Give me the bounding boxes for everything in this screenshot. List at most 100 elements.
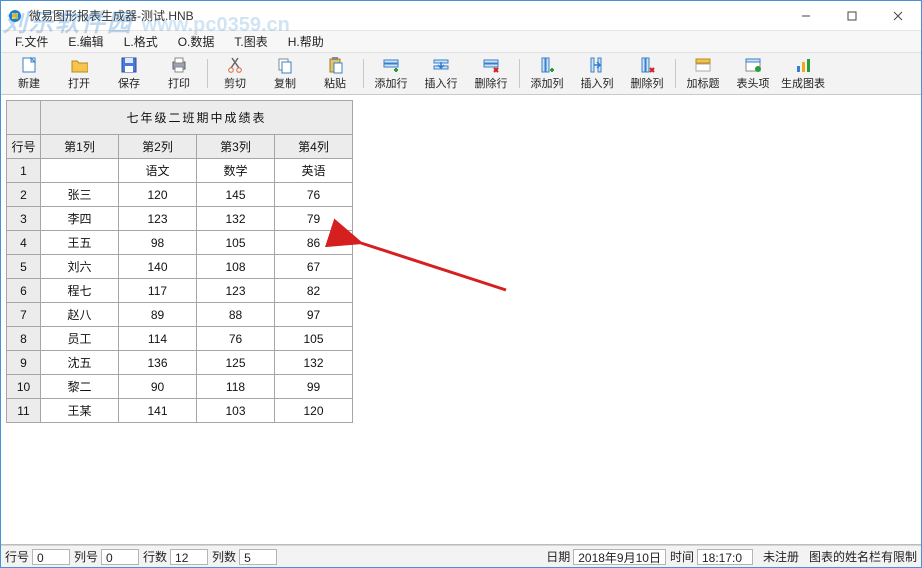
status-date: 日期2018年9月10日 — [546, 548, 666, 565]
data-cell[interactable]: 114 — [119, 327, 197, 351]
menu-item[interactable]: O.数据 — [170, 31, 223, 52]
data-cell[interactable]: 141 — [119, 399, 197, 423]
menu-item[interactable]: L.格式 — [116, 31, 166, 52]
toolbar-print-button[interactable]: 打印 — [154, 55, 204, 92]
toolbar-open-button[interactable]: 打开 — [54, 55, 104, 92]
menu-item[interactable]: E.编辑 — [60, 31, 111, 52]
data-cell[interactable]: 145 — [197, 183, 275, 207]
data-cell[interactable]: 117 — [119, 279, 197, 303]
toolbar-inscol-button[interactable]: 插入列 — [572, 55, 622, 92]
row-number[interactable]: 4 — [7, 231, 41, 255]
data-cell[interactable]: 105 — [197, 231, 275, 255]
data-cell[interactable]: 76 — [197, 327, 275, 351]
data-cell[interactable]: 108 — [197, 255, 275, 279]
data-cell[interactable]: 120 — [119, 183, 197, 207]
data-cell[interactable]: 125 — [197, 351, 275, 375]
data-cell[interactable]: 数学 — [197, 159, 275, 183]
data-cell[interactable]: 67 — [275, 255, 353, 279]
data-cell[interactable]: 79 — [275, 207, 353, 231]
data-cell[interactable]: 88 — [197, 303, 275, 327]
row-number[interactable]: 7 — [7, 303, 41, 327]
row-number[interactable]: 3 — [7, 207, 41, 231]
data-cell[interactable]: 沈五 — [41, 351, 119, 375]
data-cell[interactable]: 语文 — [119, 159, 197, 183]
data-cell[interactable]: 黎二 — [41, 375, 119, 399]
data-cell[interactable]: 王五 — [41, 231, 119, 255]
menu-item[interactable]: H.帮助 — [280, 31, 332, 52]
toolbar-new-button[interactable]: 新建 — [4, 55, 54, 92]
toolbar-save-button[interactable]: 保存 — [104, 55, 154, 92]
data-cell[interactable]: 99 — [275, 375, 353, 399]
status-row: 行号0 — [5, 548, 70, 565]
data-cell[interactable]: 赵八 — [41, 303, 119, 327]
data-cell[interactable]: 90 — [119, 375, 197, 399]
data-cell[interactable]: 王某 — [41, 399, 119, 423]
toolbar-label: 生成图表 — [781, 75, 825, 91]
menu-item[interactable]: T.图表 — [226, 31, 275, 52]
data-cell[interactable]: 刘六 — [41, 255, 119, 279]
toolbar-chart-button[interactable]: 生成图表 — [778, 55, 828, 92]
delrow-icon — [481, 56, 501, 74]
table-title[interactable]: 七年级二班期中成绩表 — [41, 101, 353, 135]
table-row: 6程七11712382 — [7, 279, 353, 303]
data-table[interactable]: 七年级二班期中成绩表 行号 第1列第2列第3列第4列 1语文数学英语2张三120… — [6, 100, 353, 423]
data-cell[interactable]: 132 — [275, 351, 353, 375]
data-cell[interactable]: 程七 — [41, 279, 119, 303]
data-cell[interactable]: 123 — [197, 279, 275, 303]
data-cell[interactable]: 97 — [275, 303, 353, 327]
toolbar-insrow-button[interactable]: 插入行 — [416, 55, 466, 92]
toolbar-addrow-button[interactable]: 添加行 — [366, 55, 416, 92]
row-header-label[interactable]: 行号 — [7, 135, 41, 159]
data-cell[interactable]: 98 — [119, 231, 197, 255]
delcol-icon — [637, 56, 657, 74]
data-cell[interactable]: 86 — [275, 231, 353, 255]
status-tip: 图表的姓名栏有限制 — [809, 548, 917, 565]
column-header[interactable]: 第1列 — [41, 135, 119, 159]
maximize-button[interactable] — [829, 1, 875, 31]
toolbar-cut-button[interactable]: 剪切 — [210, 55, 260, 92]
data-cell[interactable] — [41, 159, 119, 183]
row-number[interactable]: 8 — [7, 327, 41, 351]
toolbar-addcol-button[interactable]: 添加列 — [522, 55, 572, 92]
data-cell[interactable]: 120 — [275, 399, 353, 423]
column-header[interactable]: 第3列 — [197, 135, 275, 159]
data-cell[interactable]: 李四 — [41, 207, 119, 231]
table-row: 1 语文数学英语 — [7, 159, 353, 183]
row-number[interactable]: 2 — [7, 183, 41, 207]
menu-item[interactable]: F.文件 — [7, 31, 56, 52]
toolbar-header-button[interactable]: 表头项 — [728, 55, 778, 92]
close-button[interactable] — [875, 1, 921, 31]
toolbar-copy-button[interactable]: 复制 — [260, 55, 310, 92]
data-cell[interactable]: 76 — [275, 183, 353, 207]
toolbar-paste-button[interactable]: 粘贴 — [310, 55, 360, 92]
header-icon — [743, 56, 763, 74]
data-cell[interactable]: 89 — [119, 303, 197, 327]
toolbar-delcol-button[interactable]: 删除列 — [622, 55, 672, 92]
column-header[interactable]: 第2列 — [119, 135, 197, 159]
row-number[interactable]: 10 — [7, 375, 41, 399]
data-cell[interactable]: 105 — [275, 327, 353, 351]
data-cell[interactable]: 103 — [197, 399, 275, 423]
row-number[interactable]: 9 — [7, 351, 41, 375]
work-area[interactable]: 七年级二班期中成绩表 行号 第1列第2列第3列第4列 1语文数学英语2张三120… — [1, 95, 921, 545]
row-number[interactable]: 5 — [7, 255, 41, 279]
minimize-button[interactable] — [783, 1, 829, 31]
data-cell[interactable]: 140 — [119, 255, 197, 279]
status-time: 时间18:17:0 — [670, 548, 753, 565]
toolbar-title-button[interactable]: 加标题 — [678, 55, 728, 92]
data-cell[interactable]: 英语 — [275, 159, 353, 183]
data-cell[interactable]: 82 — [275, 279, 353, 303]
data-cell[interactable]: 118 — [197, 375, 275, 399]
data-cell[interactable]: 123 — [119, 207, 197, 231]
data-cell[interactable]: 136 — [119, 351, 197, 375]
row-number[interactable]: 1 — [7, 159, 41, 183]
row-number[interactable]: 11 — [7, 399, 41, 423]
data-cell[interactable]: 员工 — [41, 327, 119, 351]
column-header[interactable]: 第4列 — [275, 135, 353, 159]
toolbar-label: 剪切 — [224, 75, 246, 91]
data-cell[interactable]: 张三 — [41, 183, 119, 207]
data-cell[interactable]: 132 — [197, 207, 275, 231]
row-number[interactable]: 6 — [7, 279, 41, 303]
toolbar-delrow-button[interactable]: 删除行 — [466, 55, 516, 92]
corner-cell[interactable] — [7, 101, 41, 135]
